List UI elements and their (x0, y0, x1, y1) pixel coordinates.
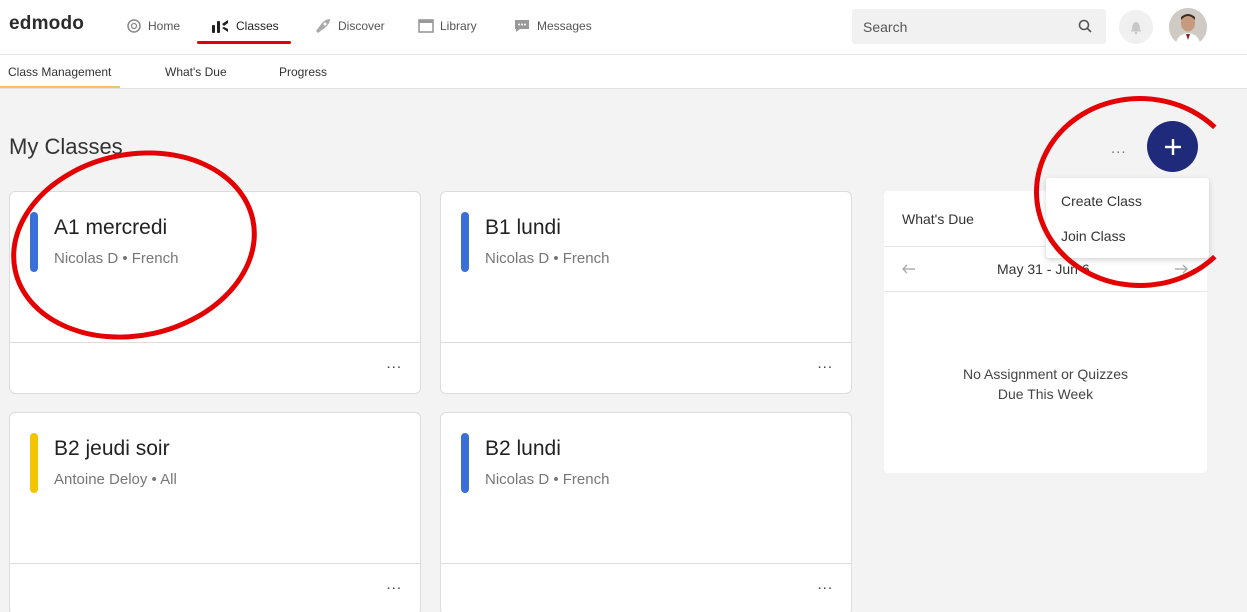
nav-home[interactable]: Home (126, 15, 180, 37)
card-divider (10, 563, 420, 564)
classes-icon (212, 20, 228, 33)
card-menu-button[interactable]: ... (386, 576, 402, 593)
nav-discover[interactable]: Discover (312, 15, 385, 37)
more-options-button[interactable]: ... (1111, 140, 1127, 157)
class-name[interactable]: A1 mercredi (54, 216, 167, 240)
plus-icon (1164, 138, 1181, 155)
nav-messages[interactable]: Messages (513, 15, 592, 37)
class-meta: Antoine Deloy • All (54, 471, 177, 488)
empty-state-line: Due This Week (997, 386, 1094, 402)
class-card[interactable]: B1 lundi Nicolas D • French ... (440, 191, 852, 394)
whats-due-title: What's Due (902, 211, 974, 227)
card-menu-button[interactable]: ... (817, 576, 833, 593)
card-divider (441, 342, 851, 343)
search-icon[interactable] (1078, 19, 1092, 33)
card-menu-button[interactable]: ... (817, 355, 833, 372)
week-range: May 31 - Jun 6 (997, 261, 1090, 277)
edmodo-logo[interactable]: edmodo (9, 13, 84, 35)
tab-whats-due[interactable]: What's Due (165, 65, 227, 79)
sub-nav: Class Management What's Due Progress (0, 55, 1247, 89)
class-card[interactable]: A1 mercredi Nicolas D • French ... (9, 191, 421, 394)
empty-state-line: No Assignment or Quizzes (963, 366, 1128, 382)
library-icon (418, 19, 434, 33)
search-input[interactable] (863, 18, 1063, 35)
empty-state: No Assignment or Quizzes Due This Week (884, 364, 1207, 404)
nav-home-label: Home (148, 19, 181, 33)
tab-progress[interactable]: Progress (279, 65, 327, 79)
card-menu-button[interactable]: ... (386, 355, 402, 372)
card-divider (441, 563, 851, 564)
tab-active-indicator (0, 86, 120, 88)
search-box (852, 9, 1106, 44)
add-class-dropdown: Create Class Join Class (1046, 178, 1209, 258)
home-icon (127, 19, 141, 33)
join-class-option[interactable]: Join Class (1061, 228, 1126, 244)
create-class-option[interactable]: Create Class (1061, 193, 1142, 209)
nav-library[interactable]: Library (418, 15, 477, 37)
card-divider (10, 342, 420, 343)
class-meta: Nicolas D • French (485, 250, 610, 267)
add-class-button[interactable] (1147, 121, 1198, 172)
class-name[interactable]: B1 lundi (485, 216, 561, 240)
nav-classes[interactable]: Classes (210, 15, 279, 37)
class-meta: Nicolas D • French (485, 471, 610, 488)
messages-icon (515, 20, 529, 32)
arrow-right-icon[interactable] (1174, 264, 1188, 274)
bell-icon (1131, 22, 1141, 35)
class-name[interactable]: B2 jeudi soir (54, 437, 170, 461)
user-avatar-image (1169, 8, 1207, 46)
nav-messages-label: Messages (537, 19, 592, 33)
arrow-left-icon[interactable] (902, 264, 916, 274)
avatar[interactable] (1169, 8, 1207, 46)
class-card[interactable]: B2 jeudi soir Antoine Deloy • All ... (9, 412, 421, 612)
nav-library-label: Library (440, 19, 477, 33)
page-title: My Classes (9, 134, 123, 159)
notifications-button[interactable] (1119, 10, 1153, 44)
nav-active-indicator (197, 41, 291, 44)
class-color-bar (461, 433, 469, 493)
class-card[interactable]: B2 lundi Nicolas D • French ... (440, 412, 852, 612)
nav-discover-label: Discover (338, 19, 385, 33)
class-name[interactable]: B2 lundi (485, 437, 561, 461)
top-nav: edmodo Home Classes Discover Library Mes… (0, 0, 1247, 55)
rocket-icon (316, 19, 330, 33)
nav-classes-label: Classes (236, 19, 279, 33)
class-color-bar (30, 433, 38, 493)
class-color-bar (30, 212, 38, 272)
class-color-bar (461, 212, 469, 272)
tab-class-management[interactable]: Class Management (8, 65, 111, 79)
divider (884, 291, 1207, 292)
class-meta: Nicolas D • French (54, 250, 179, 267)
